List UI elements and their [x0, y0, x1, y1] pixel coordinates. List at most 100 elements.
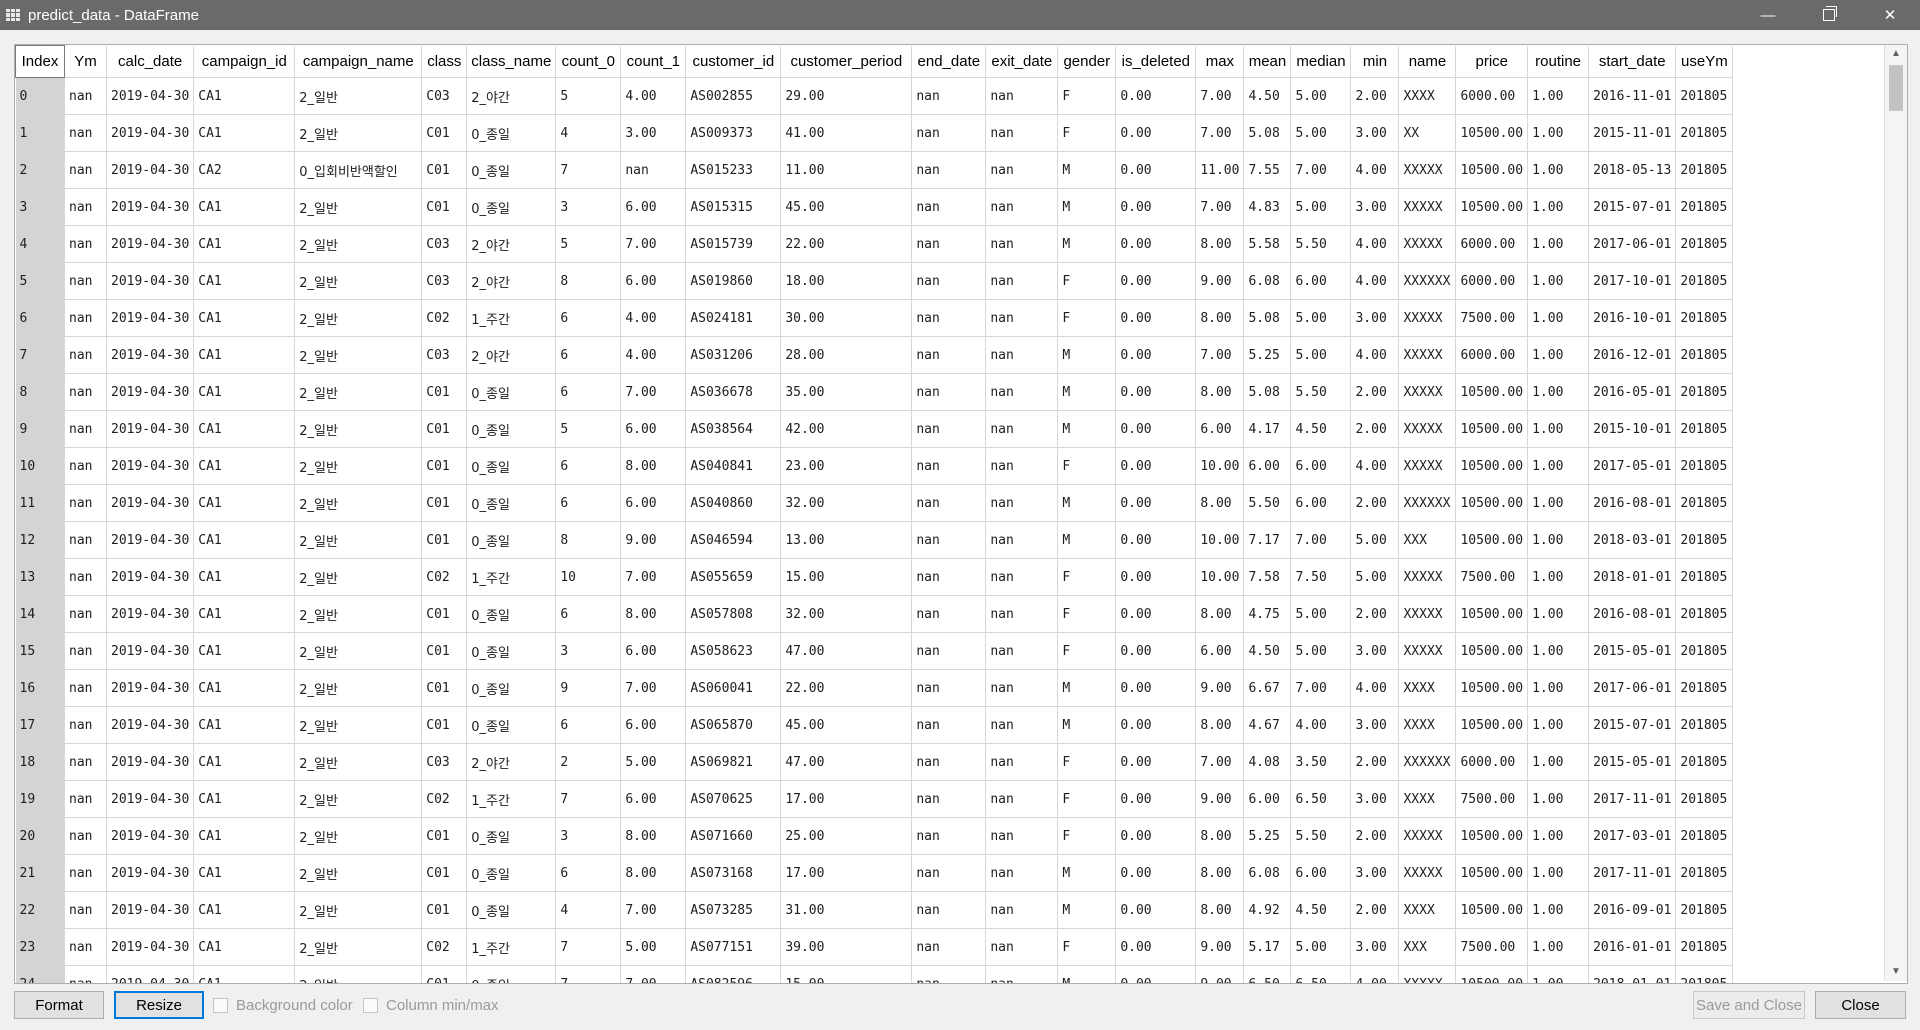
table-cell[interactable]: C01 [421, 706, 468, 744]
column-header[interactable]: calc_date [106, 45, 195, 78]
table-row[interactable]: 18 nan 2019-04-30 CA1 2_일반 C03 2_야간 2 5.00 AS0698… [15, 743, 1734, 781]
table-cell[interactable]: M [1057, 188, 1117, 226]
table-cell[interactable]: 9 [555, 669, 622, 707]
table-cell[interactable]: nan [911, 669, 987, 707]
table-cell[interactable]: 0_종일 [466, 373, 557, 411]
table-cell[interactable]: CA1 [193, 521, 296, 559]
table-cell[interactable]: 15.00 [780, 965, 913, 983]
table-cell[interactable]: 0.00 [1115, 373, 1197, 411]
table-cell[interactable]: 5.00 [620, 743, 687, 781]
table-cell[interactable]: C02 [421, 780, 468, 818]
table-cell[interactable]: 2018-01-01 [1588, 558, 1677, 596]
table-cell[interactable]: 8 [555, 262, 622, 300]
table-cell[interactable]: 8.00 [1195, 595, 1245, 633]
table-cell[interactable]: 2.00 [1350, 484, 1400, 522]
table-cell[interactable]: nan [985, 77, 1059, 115]
table-cell[interactable]: XXXXX [1398, 410, 1457, 448]
table-cell[interactable]: AS038564 [685, 410, 782, 448]
table-cell[interactable]: 5.00 [1290, 632, 1352, 670]
table-cell[interactable]: 201805 [1675, 484, 1734, 522]
table-cell[interactable]: 1.00 [1527, 521, 1590, 559]
column-header[interactable]: Ym [64, 45, 107, 78]
table-cell[interactable]: 0_종일 [466, 521, 557, 559]
table-cell[interactable]: AS082596 [685, 965, 782, 983]
table-cell[interactable]: 7500.00 [1455, 299, 1529, 337]
table-cell[interactable]: 2016-01-01 [1588, 928, 1677, 966]
table-cell[interactable]: 8.00 [1195, 373, 1245, 411]
table-cell[interactable]: AS036678 [685, 373, 782, 411]
table-cell[interactable]: nan [985, 780, 1059, 818]
table-cell[interactable]: 7 [555, 965, 622, 983]
table-cell[interactable]: M [1057, 891, 1117, 929]
table-cell[interactable]: 7.00 [1195, 114, 1245, 152]
table-row[interactable]: 13 nan 2019-04-30 CA1 2_일반 C02 1_주간 10 7.00 AS055… [15, 558, 1734, 596]
table-cell[interactable]: XXXXX [1398, 225, 1457, 263]
table-cell[interactable]: 2_일반 [294, 114, 423, 152]
table-cell[interactable]: AS002855 [685, 77, 782, 115]
table-cell[interactable]: 6 [555, 336, 622, 374]
table-cell[interactable]: 0_종일 [466, 706, 557, 744]
table-cell[interactable]: 1.00 [1527, 262, 1590, 300]
table-cell[interactable]: 2016-11-01 [1588, 77, 1677, 115]
table-cell[interactable]: 2_일반 [294, 669, 423, 707]
table-cell[interactable]: CA1 [193, 669, 296, 707]
table-cell[interactable]: AS040841 [685, 447, 782, 485]
table-cell[interactable]: 2016-08-01 [1588, 595, 1677, 633]
table-cell[interactable]: M [1057, 336, 1117, 374]
table-cell[interactable]: 3.00 [1350, 632, 1400, 670]
table-cell[interactable]: XXXXXX [1398, 484, 1457, 522]
table-cell[interactable]: 7.00 [620, 669, 687, 707]
table-cell[interactable]: 2019-04-30 [106, 521, 195, 559]
table-cell[interactable]: 0_종일 [466, 595, 557, 633]
table-cell[interactable]: 5.00 [1290, 336, 1352, 374]
table-cell[interactable]: 42.00 [780, 410, 913, 448]
table-cell[interactable]: 7.00 [1195, 188, 1245, 226]
table-row[interactable]: 20 nan 2019-04-30 CA1 2_일반 C01 0_종일 3 8.00 AS0716… [15, 817, 1734, 855]
column-header[interactable]: customer_id [685, 45, 782, 78]
table-cell[interactable]: nan [911, 965, 987, 983]
table-cell[interactable]: nan [64, 817, 107, 855]
row-index-cell[interactable]: 13 [15, 558, 65, 596]
table-cell[interactable]: 2019-04-30 [106, 151, 195, 189]
table-cell[interactable]: 4.00 [1350, 336, 1400, 374]
table-cell[interactable]: 2019-04-30 [106, 188, 195, 226]
table-cell[interactable]: 32.00 [780, 595, 913, 633]
table-cell[interactable]: 7 [555, 928, 622, 966]
table-cell[interactable]: C01 [421, 447, 468, 485]
table-cell[interactable]: 5 [555, 410, 622, 448]
table-cell[interactable]: 2017-03-01 [1588, 817, 1677, 855]
table-cell[interactable]: nan [64, 336, 107, 374]
table-cell[interactable]: 201805 [1675, 965, 1734, 983]
table-cell[interactable]: nan [64, 410, 107, 448]
table-cell[interactable]: 4.00 [1350, 262, 1400, 300]
table-cell[interactable]: 4.00 [620, 336, 687, 374]
table-cell[interactable]: 2_일반 [294, 373, 423, 411]
table-cell[interactable]: 2019-04-30 [106, 299, 195, 337]
table-cell[interactable]: C01 [421, 410, 468, 448]
table-cell[interactable]: 1.00 [1527, 558, 1590, 596]
table-cell[interactable]: 7.00 [620, 965, 687, 983]
table-cell[interactable]: 2015-11-01 [1588, 114, 1677, 152]
table-cell[interactable]: nan [64, 77, 107, 115]
table-cell[interactable]: 6000.00 [1455, 262, 1529, 300]
table-cell[interactable]: nan [985, 743, 1059, 781]
table-cell[interactable]: XXXXX [1398, 447, 1457, 485]
table-cell[interactable]: XXXX [1398, 706, 1457, 744]
table-cell[interactable]: 2.00 [1350, 891, 1400, 929]
table-cell[interactable]: C03 [421, 743, 468, 781]
table-cell[interactable]: XXXXX [1398, 299, 1457, 337]
row-index-cell[interactable]: 5 [15, 262, 65, 300]
table-cell[interactable]: nan [985, 410, 1059, 448]
table-cell[interactable]: nan [985, 336, 1059, 374]
table-cell[interactable]: 10500.00 [1455, 188, 1529, 226]
table-cell[interactable]: nan [911, 410, 987, 448]
table-cell[interactable]: C01 [421, 817, 468, 855]
table-cell[interactable]: 10500.00 [1455, 410, 1529, 448]
column-header[interactable]: name [1398, 45, 1457, 78]
table-cell[interactable]: 0_종일 [466, 817, 557, 855]
table-cell[interactable]: 1_주간 [466, 780, 557, 818]
row-index-cell[interactable]: 7 [15, 336, 65, 374]
table-cell[interactable]: 7500.00 [1455, 558, 1529, 596]
table-row[interactable]: 16 nan 2019-04-30 CA1 2_일반 C01 0_종일 9 7.00 AS0600… [15, 669, 1734, 707]
table-cell[interactable]: 0.00 [1115, 558, 1197, 596]
